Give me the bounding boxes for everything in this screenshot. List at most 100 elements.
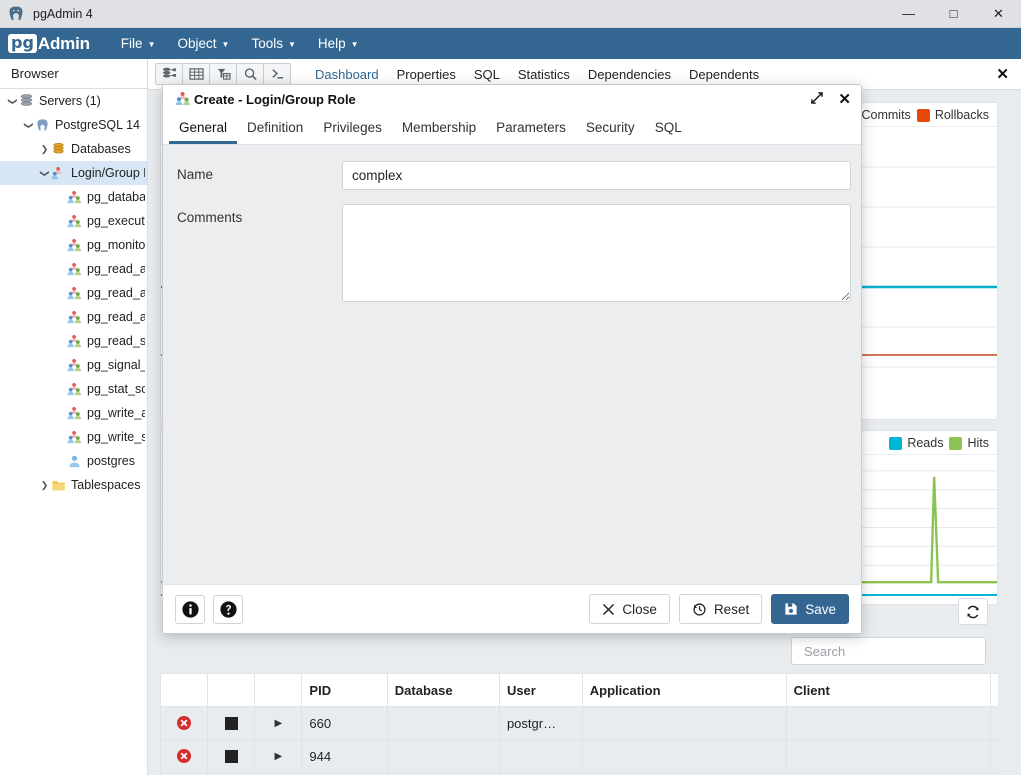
menu-object[interactable]: Object ▼ — [168, 32, 238, 55]
close-tab-button[interactable]: ✕ — [996, 65, 1009, 83]
col-user[interactable]: User — [498, 673, 583, 707]
main-tab-dashboard[interactable]: Dashboard — [306, 62, 388, 87]
expand-row-cell[interactable]: ▶ — [254, 706, 303, 740]
filter-icon[interactable] — [209, 63, 237, 85]
legend-label-commits: Commits — [861, 108, 911, 122]
col-terminate[interactable] — [207, 673, 256, 707]
table-row[interactable]: ▶ 660 postgr… 2022-07-1 — [160, 706, 998, 740]
help-button[interactable] — [213, 594, 243, 624]
tree-item-databases[interactable]: ❯ Databases — [0, 137, 147, 161]
object-explorer-icon[interactable] — [155, 63, 183, 85]
legend-label-hits: Hits — [967, 436, 989, 450]
col-backend-start[interactable]: Backend s — [989, 673, 998, 707]
tree-item-pg-monitor[interactable]: pg_monitor — [0, 233, 147, 257]
tree-item-postgres[interactable]: postgres — [0, 449, 147, 473]
col-pid[interactable]: PID — [301, 673, 388, 707]
refresh-button[interactable] — [958, 598, 988, 625]
servers-icon — [20, 93, 33, 106]
tree-item-label: Login/Group R — [71, 166, 145, 180]
expand-row-icon: ▶ — [274, 717, 283, 729]
table-row[interactable]: ▶ 944 2022-07-1 — [160, 739, 998, 773]
save-button[interactable]: Save — [771, 594, 849, 624]
tree-item-label: pg_read_all_ — [87, 286, 145, 300]
group-role-icon — [67, 286, 82, 299]
dialog-tab-list[interactable]: General Definition Privileges Membership Par… — [163, 113, 861, 145]
minimize-button[interactable]: — — [886, 0, 931, 28]
search-icon[interactable] — [236, 63, 264, 85]
name-input[interactable] — [342, 161, 851, 190]
chevron-down-icon[interactable]: ❯ — [39, 167, 50, 180]
close-button[interactable]: Close — [589, 594, 670, 624]
menu-help[interactable]: Help ▼ — [309, 32, 368, 55]
menu-file[interactable]: File ▼ — [112, 32, 165, 55]
main-tab-statistics[interactable]: Statistics — [509, 62, 579, 87]
close-dialog-button[interactable]: ✕ — [838, 92, 851, 107]
dialog-tab-definition[interactable]: Definition — [237, 113, 313, 144]
main-tab-list[interactable]: Dashboard Properties SQL Statistics Dependen… — [306, 62, 768, 87]
dialog-tab-sql[interactable]: SQL — [645, 113, 692, 144]
dialog-header: Create - Login/Group Role ✕ — [163, 85, 861, 113]
tree-item-postgresql-14[interactable]: ❯ PostgreSQL 14 — [0, 113, 147, 137]
col-details[interactable] — [254, 673, 303, 707]
info-icon — [181, 600, 199, 618]
main-tab-properties[interactable]: Properties — [388, 62, 465, 87]
sessions-search-input[interactable] — [802, 642, 985, 660]
main-tab-sql[interactable]: SQL — [465, 62, 509, 87]
user-cell: postgr… — [498, 706, 583, 740]
tree-item-label: pg_read_ser — [87, 334, 145, 348]
query-tool-icon[interactable] — [263, 63, 291, 85]
os-titlebar: pgAdmin 4 — □ ✕ — [0, 0, 1021, 28]
expand-row-cell[interactable]: ▶ — [254, 739, 303, 773]
dialog-tab-membership[interactable]: Membership — [392, 113, 486, 144]
tree-item-tablespaces[interactable]: ❯ Tablespaces — [0, 473, 147, 497]
terminate-session-cell[interactable] — [207, 706, 256, 740]
comments-textarea[interactable] — [342, 204, 851, 302]
terminate-session-cell[interactable] — [207, 739, 256, 773]
chevron-right-icon[interactable]: ❯ — [38, 144, 51, 155]
object-tree[interactable]: ❯ Servers (1) ❯ PostgreSQL 14 ❯ Databases ❯ Log… — [0, 89, 148, 775]
close-window-button[interactable]: ✕ — [976, 0, 1021, 28]
tree-item-pg-read-all[interactable]: pg_read_all_ — [0, 305, 147, 329]
tree-item-pg-write-se[interactable]: pg_write_se — [0, 425, 147, 449]
dialog-header-buttons: ✕ — [810, 91, 851, 108]
tree-item-pg-read-all[interactable]: pg_read_all_ — [0, 257, 147, 281]
dialog-title: Create - Login/Group Role — [194, 91, 356, 107]
reset-icon — [693, 602, 706, 616]
dialog-tab-general[interactable]: General — [169, 113, 238, 144]
menu-file-label: File — [120, 36, 143, 51]
group-role-icon — [67, 358, 82, 371]
col-client[interactable]: Client — [785, 673, 991, 707]
comments-field-wrap — [342, 204, 851, 307]
dialog-tab-security[interactable]: Security — [576, 113, 645, 144]
expand-dialog-button[interactable] — [810, 91, 824, 108]
dialog-tab-privileges[interactable]: Privileges — [313, 113, 392, 144]
tree-item-login-group-r[interactable]: ❯ Login/Group R — [0, 161, 147, 185]
chevron-right-icon[interactable]: ❯ — [38, 480, 51, 491]
info-button[interactable] — [175, 594, 205, 624]
reset-button[interactable]: Reset — [678, 594, 763, 624]
view-data-icon[interactable] — [182, 63, 210, 85]
tree-item-pg-signal-b[interactable]: pg_signal_b — [0, 353, 147, 377]
tree-item-servers-1[interactable]: ❯ Servers (1) — [0, 89, 147, 113]
maximize-button[interactable]: □ — [931, 0, 976, 28]
cancel-query-cell[interactable] — [160, 739, 209, 773]
chevron-down-icon[interactable]: ❯ — [23, 119, 34, 132]
tree-item-label: Servers (1) — [39, 94, 101, 108]
tree-item-pg-write-all[interactable]: pg_write_all — [0, 401, 147, 425]
main-tab-dependents[interactable]: Dependents — [680, 62, 768, 87]
tree-item-pg-stat-sca[interactable]: pg_stat_sca — [0, 377, 147, 401]
tree-item-pg-read-ser[interactable]: pg_read_ser — [0, 329, 147, 353]
menu-tools[interactable]: Tools ▼ — [242, 32, 304, 55]
col-database[interactable]: Database — [386, 673, 500, 707]
sessions-search-box[interactable] — [791, 637, 986, 665]
chevron-down-icon[interactable]: ❯ — [7, 95, 18, 108]
tree-item-pg-execute[interactable]: pg_execute_ — [0, 209, 147, 233]
group-role-icon — [67, 190, 82, 203]
cancel-query-cell[interactable] — [160, 706, 209, 740]
dialog-tab-parameters[interactable]: Parameters — [486, 113, 576, 144]
tree-item-pg-databas[interactable]: pg_databas — [0, 185, 147, 209]
col-application[interactable]: Application — [581, 673, 787, 707]
col-cancel[interactable] — [160, 673, 209, 707]
tree-item-pg-read-all[interactable]: pg_read_all_ — [0, 281, 147, 305]
main-tab-dependencies[interactable]: Dependencies — [579, 62, 680, 87]
